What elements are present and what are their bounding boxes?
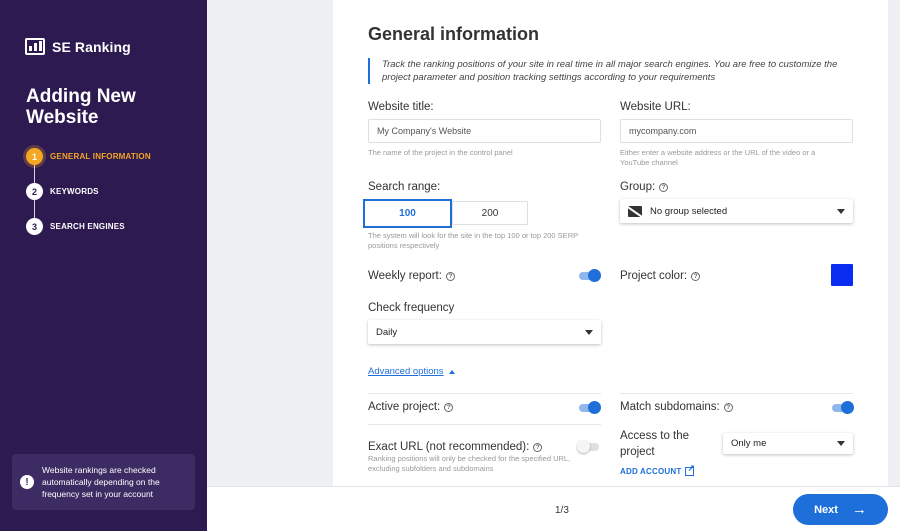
access-label: Access to the project (620, 430, 690, 458)
help-icon[interactable]: ? (533, 442, 543, 452)
chevron-up-icon (448, 369, 455, 374)
website-url-input[interactable] (620, 119, 853, 143)
no-folder-icon (628, 205, 642, 217)
background-gutter (888, 0, 900, 486)
tip-text: Website rankings are checked automatical… (42, 465, 160, 499)
help-icon[interactable]: ? (723, 402, 733, 412)
weekly-report-label: Weekly report:? (368, 270, 455, 282)
frequency-tip: ! Website rankings are checked automatic… (12, 454, 195, 510)
website-title-hint: The name of the project in the control p… (368, 148, 513, 157)
logo-chart-icon (25, 38, 45, 55)
access-select-value: Only me (731, 438, 767, 449)
weekly-report-toggle[interactable] (579, 269, 601, 282)
check-frequency-value: Daily (376, 326, 398, 338)
help-icon[interactable]: ? (659, 182, 669, 192)
exact-url-toggle[interactable] (577, 440, 599, 453)
website-url-hint: Either enter a website address or the UR… (620, 148, 816, 167)
divider (368, 424, 601, 425)
match-subdomains-label: Match subdomains:? (620, 401, 733, 413)
sidebar-title: Adding New Website (26, 86, 136, 128)
divider (620, 393, 853, 394)
step-general-information[interactable]: 1 GENERAL INFORMATION (26, 148, 151, 165)
group-label: Group:? (620, 181, 669, 193)
step-label: SEARCH ENGINES (50, 222, 125, 231)
help-icon[interactable]: ? (444, 402, 454, 412)
active-project-toggle[interactable] (579, 401, 601, 414)
search-range-100-button[interactable]: 100 (363, 199, 452, 228)
divider (368, 393, 601, 394)
chevron-down-icon (585, 329, 593, 335)
project-color-swatch[interactable] (831, 264, 853, 286)
step-label: GENERAL INFORMATION (50, 152, 151, 161)
match-subdomains-toggle[interactable] (832, 401, 854, 414)
step-keywords[interactable]: 2 KEYWORDS (26, 183, 151, 200)
page-title: General information (368, 24, 540, 44)
step-list: 1 GENERAL INFORMATION 2 KEYWORDS 3 SEARC… (26, 148, 151, 235)
brand-logo[interactable]: SE Ranking (25, 38, 131, 55)
step-number: 3 (26, 218, 43, 235)
help-icon[interactable]: ? (445, 271, 455, 281)
check-frequency-label: Check frequency (368, 302, 455, 314)
sidebar: SE Ranking Adding New Website 1 GENERAL … (0, 0, 207, 531)
exact-url-label: Exact URL (not recommended):? (368, 441, 543, 453)
search-range-label: Search range: (368, 181, 441, 193)
next-button[interactable]: Next → (793, 494, 888, 525)
brand-name: SE Ranking (52, 38, 131, 55)
chevron-down-icon (837, 208, 845, 214)
background-gutter (207, 0, 333, 486)
group-select-value: No group selected (650, 205, 728, 217)
info-icon: ! (20, 475, 34, 489)
active-project-label: Active project:? (368, 401, 454, 413)
access-select[interactable]: Only me (723, 433, 853, 454)
external-link-icon (685, 463, 695, 476)
website-title-input[interactable] (368, 119, 601, 143)
website-url-label: Website URL: (620, 101, 691, 113)
check-frequency-select[interactable]: Daily (368, 320, 601, 344)
advanced-options-link[interactable]: Advanced options (368, 366, 455, 377)
help-icon[interactable]: ? (691, 271, 701, 281)
step-number: 1 (26, 148, 43, 165)
next-button-label: Next (814, 503, 838, 516)
website-title-label: Website title: (368, 101, 434, 113)
intro-text: Track the ranking positions of your site… (368, 58, 858, 84)
arrow-right-icon: → (851, 501, 867, 518)
step-search-engines[interactable]: 3 SEARCH ENGINES (26, 218, 151, 235)
step-label: KEYWORDS (50, 187, 99, 196)
chevron-down-icon (837, 441, 845, 446)
add-account-link[interactable]: ADD ACCOUNT (620, 463, 695, 476)
step-connector (34, 200, 35, 218)
search-range-hint: The system will look for the site in the… (368, 231, 578, 250)
group-select[interactable]: No group selected (620, 199, 853, 223)
project-color-label: Project color:? (620, 270, 701, 282)
step-connector (34, 165, 35, 183)
page-counter: 1/3 (555, 505, 569, 516)
search-range-200-button[interactable]: 200 (452, 201, 528, 225)
step-number: 2 (26, 183, 43, 200)
exact-url-hint: Ranking positions will only be checked f… (368, 454, 571, 473)
